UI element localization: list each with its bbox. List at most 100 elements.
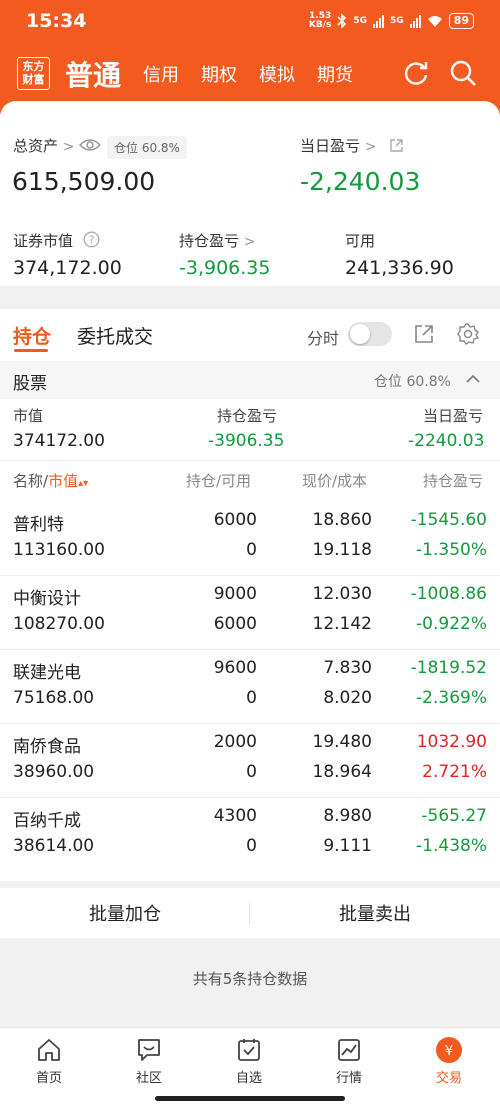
time-share-toggle[interactable] xyxy=(348,322,392,346)
stock-market-value: 38960.00 xyxy=(13,762,95,782)
export-icon[interactable] xyxy=(413,323,435,345)
column-name[interactable]: 名称/市值▴▾ xyxy=(13,470,88,491)
eye-icon[interactable] xyxy=(79,137,101,153)
tab-options[interactable]: 期权 xyxy=(201,61,237,87)
search-icon[interactable] xyxy=(448,58,478,88)
network-type-2: 5G xyxy=(390,16,404,26)
tab-ordinary[interactable]: 普通 xyxy=(65,54,121,94)
home-icon xyxy=(38,1039,60,1061)
tabbar-watchlist[interactable]: 自选 xyxy=(219,1036,279,1086)
stock-price: 19.480 xyxy=(312,732,372,752)
settings-icon[interactable] xyxy=(456,322,480,346)
stock-available: 0 xyxy=(246,688,257,708)
summary-hpl-header: 持仓盈亏 xyxy=(217,407,278,425)
batch-sell-button[interactable]: 批量卖出 xyxy=(250,900,500,926)
total-assets-label[interactable]: 总资产 > xyxy=(13,135,75,156)
stock-cost: 8.020 xyxy=(323,688,372,708)
stock-available: 0 xyxy=(246,836,257,856)
status-time: 15:34 xyxy=(26,10,87,32)
chevron-up-icon[interactable] xyxy=(466,374,480,384)
stock-price: 18.860 xyxy=(312,510,372,530)
battery-level: 89 xyxy=(448,13,474,29)
help-icon[interactable]: ? xyxy=(83,231,100,248)
stock-available: 6000 xyxy=(213,614,257,634)
market-icon xyxy=(338,1039,360,1061)
section-title: 股票 xyxy=(13,374,47,394)
section-position: 仓位 60.8% xyxy=(374,374,451,390)
network-type-1: 5G xyxy=(353,16,368,26)
stock-section-header[interactable]: 股票 仓位 60.8% xyxy=(0,361,500,399)
stock-name: 百纳千成 xyxy=(13,811,81,831)
stock-cost: 9.111 xyxy=(323,836,372,856)
tabbar-home[interactable]: 首页 xyxy=(19,1036,79,1086)
wifi-icon xyxy=(427,15,442,27)
stock-name: 联建光电 xyxy=(13,663,81,683)
holding-row[interactable]: 中衡设计 108270.00 9000 6000 12.030 12.142 -… xyxy=(0,576,500,650)
available-label: 可用 xyxy=(345,232,376,250)
watchlist-icon xyxy=(238,1039,260,1061)
market-value: 374,172.00 xyxy=(13,257,122,279)
stock-pl: 1032.90 xyxy=(416,732,487,752)
refresh-icon[interactable] xyxy=(401,58,431,88)
svg-text:¥: ¥ xyxy=(445,1044,453,1059)
holdings-column-headers: 名称/市值▴▾ 持仓/可用 现价/成本 持仓盈亏 xyxy=(0,462,500,496)
stock-price: 7.830 xyxy=(323,658,372,678)
community-icon xyxy=(138,1039,160,1061)
stock-name: 中衡设计 xyxy=(13,589,81,609)
share-icon[interactable] xyxy=(389,138,404,153)
stock-pl: -1008.86 xyxy=(410,584,487,604)
stock-pl: -1545.60 xyxy=(410,510,487,530)
position-ratio-tag: 仓位 60.8% xyxy=(107,136,187,159)
column-qty[interactable]: 持仓/可用 xyxy=(186,470,251,491)
market-value-label: 证券市值 xyxy=(13,232,74,250)
summary-mv-value: 374172.00 xyxy=(13,431,105,451)
column-price[interactable]: 现价/成本 xyxy=(302,470,367,491)
stock-cost: 19.118 xyxy=(312,540,372,560)
holdings-count-note: 共有5条持仓数据 xyxy=(192,970,308,988)
account-type-tabs: 普通 信用 期权 模拟 期货 xyxy=(65,50,375,98)
stock-summary-row: 市值 持仓盈亏 当日盈亏 374172.00 -3906.35 -2240.03 xyxy=(0,399,500,461)
stock-price: 8.980 xyxy=(323,806,372,826)
holding-pl-label[interactable]: 持仓盈亏 > xyxy=(179,230,256,251)
status-bar: 15:34 1.53 KB/s 5G 5G 89 xyxy=(0,0,500,44)
tab-credit[interactable]: 信用 xyxy=(143,61,179,87)
stock-market-value: 108270.00 xyxy=(13,614,105,634)
holding-row[interactable]: 普利特 113160.00 6000 0 18.860 19.118 -1545… xyxy=(0,502,500,576)
stock-name: 南侨食品 xyxy=(13,737,81,757)
tabbar-community[interactable]: 社区 xyxy=(119,1036,179,1086)
tab-simulation[interactable]: 模拟 xyxy=(259,61,295,87)
stock-quantity: 6000 xyxy=(213,510,257,530)
daily-pl-label[interactable]: 当日盈亏 > xyxy=(300,135,377,156)
active-tab-indicator xyxy=(14,349,48,352)
summary-hpl-value: -3906.35 xyxy=(208,431,285,451)
available-value: 241,336.90 xyxy=(345,257,454,279)
stock-pl: -565.27 xyxy=(421,806,487,826)
summary-mv-header: 市值 xyxy=(13,407,44,425)
stock-name: 普利特 xyxy=(13,515,64,535)
tabbar-market[interactable]: 行情 xyxy=(319,1036,379,1086)
stock-quantity: 4300 xyxy=(213,806,257,826)
signal-icon xyxy=(373,14,385,28)
holding-pl-value: -3,906.35 xyxy=(179,257,271,279)
tab-futures[interactable]: 期货 xyxy=(317,61,353,87)
holding-row[interactable]: 百纳千成 38614.00 4300 0 8.980 9.111 -565.27… xyxy=(0,798,500,872)
holding-row[interactable]: 联建光电 75168.00 9600 0 7.830 8.020 -1819.5… xyxy=(0,650,500,724)
total-assets-value: 615,509.00 xyxy=(12,167,156,196)
summary-dpl-header: 当日盈亏 xyxy=(423,407,484,425)
stock-market-value: 75168.00 xyxy=(13,688,95,708)
tabbar-trade[interactable]: ¥ 交易 xyxy=(419,1036,479,1086)
time-share-label: 分时 xyxy=(307,329,340,348)
tab-orders[interactable]: 委托成交 xyxy=(77,322,153,349)
stock-pl-percent: -0.922% xyxy=(416,614,487,634)
network-speed: 1.53 KB/s xyxy=(308,11,332,30)
batch-add-button[interactable]: 批量加仓 xyxy=(0,900,250,926)
stock-quantity: 9000 xyxy=(213,584,257,604)
tab-positions[interactable]: 持仓 xyxy=(13,322,51,349)
stock-quantity: 2000 xyxy=(213,732,257,752)
column-pl[interactable]: 持仓盈亏 xyxy=(423,470,483,491)
home-indicator xyxy=(155,1096,345,1101)
trade-icon: ¥ xyxy=(436,1037,462,1063)
daily-pl-value: -2,240.03 xyxy=(300,167,421,196)
stock-available: 0 xyxy=(246,762,257,782)
holding-row[interactable]: 南侨食品 38960.00 2000 0 19.480 18.964 1032.… xyxy=(0,724,500,798)
